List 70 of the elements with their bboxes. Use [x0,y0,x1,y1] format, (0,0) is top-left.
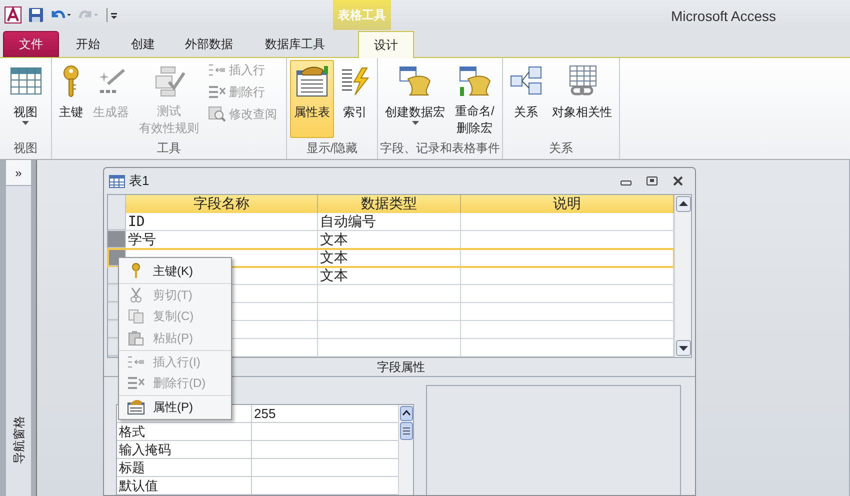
group-label: 字段、记录和表格事件 [379,140,501,157]
ribbon-button[interactable]: 创建数据宏 [381,60,449,138]
table-cell: ID [126,213,318,230]
menu-item[interactable]: 主键(K) [119,260,231,282]
ribbon-button[interactable]: 属性表 [290,60,334,138]
ribbon-tab[interactable]: 数据库工具 [249,31,341,57]
group-label: 关系 [548,140,574,157]
rename-macro-icon [458,64,492,96]
table-cell: 文本 [318,249,461,266]
column-header[interactable]: 字段名称 [126,195,318,213]
scrollbar[interactable] [398,405,413,495]
group-label: 工具 [156,140,182,157]
dropdown-arrow-icon [22,121,29,125]
app-logo-icon [4,6,22,24]
table-cell: 学号 [126,231,318,248]
relationship-icon [510,66,542,96]
scroll-up-icon[interactable] [400,406,412,421]
navigation-pane-label[interactable]: 导航窗格 [0,414,44,466]
close-icon[interactable] [672,176,684,186]
property-value[interactable]: 255 [252,405,398,422]
ribbon-tab[interactable]: 开始 [61,31,115,57]
lightning-list-icon [340,66,370,96]
expand-pane-button[interactable]: » [6,160,31,186]
group-label: 视图 [12,140,38,157]
ribbon-button[interactable]: 关系 [506,60,546,138]
contextual-group-label: 表格工具 [333,0,391,30]
save-icon[interactable] [28,7,44,23]
property-sheet-icon [295,65,329,97]
table-cell: 自动编号 [318,213,461,230]
scroll-down-icon[interactable] [676,340,690,356]
copy-icon [128,308,144,324]
insert-row-icon [208,63,226,77]
document-check-icon [153,64,185,96]
ribbon-button[interactable]: 重命名/ 删除宏 [451,60,498,138]
scissors-icon [130,286,142,302]
window-title: Microsoft Access [671,7,776,26]
property-label: 默认值 [117,477,252,494]
dropdown-arrow-icon [412,121,418,125]
insert-row-icon [127,354,145,368]
ribbon-button[interactable]: 视图 [6,60,46,138]
delete-row-icon [208,85,226,99]
property-label: 输入掩码 [117,441,252,458]
scrollbar[interactable] [674,195,691,357]
customize-toolbar-icon[interactable] [106,8,118,22]
clipboard-icon [128,330,144,346]
scroll-thumb-icon[interactable] [400,422,412,440]
group-label: 显示/隐藏 [305,140,359,157]
restore-icon[interactable] [646,176,658,186]
property-label: 格式 [117,423,252,440]
menu-item[interactable]: 属性(P) [119,395,231,417]
table-cell: 文本 [318,231,461,248]
column-header[interactable]: 数据类型 [318,195,461,213]
magnifier-table-icon [208,106,226,122]
ribbon-button[interactable]: 主键 [55,60,87,138]
property-sheet-icon [127,398,145,414]
table-icon [10,66,42,96]
table-cell: 文本 [318,267,461,284]
delete-row-icon [127,376,145,390]
table-icon [109,174,125,188]
ribbon-tab[interactable]: 文件 [3,31,59,57]
ribbon-button[interactable]: 索引 [336,60,374,138]
ribbon-button[interactable]: 对象相关性 [548,60,616,138]
window-title: 表1 [129,172,150,190]
ribbon-tab[interactable]: 外部数据 [171,31,247,57]
ribbon-tab[interactable]: 创建 [117,31,169,57]
section-label: 字段属性 [377,359,425,376]
macro-scroll-icon [398,65,432,97]
ribbon-tab[interactable]: 设计 [358,31,414,58]
scroll-up-icon[interactable] [676,196,690,212]
property-label: 标题 [117,459,252,476]
